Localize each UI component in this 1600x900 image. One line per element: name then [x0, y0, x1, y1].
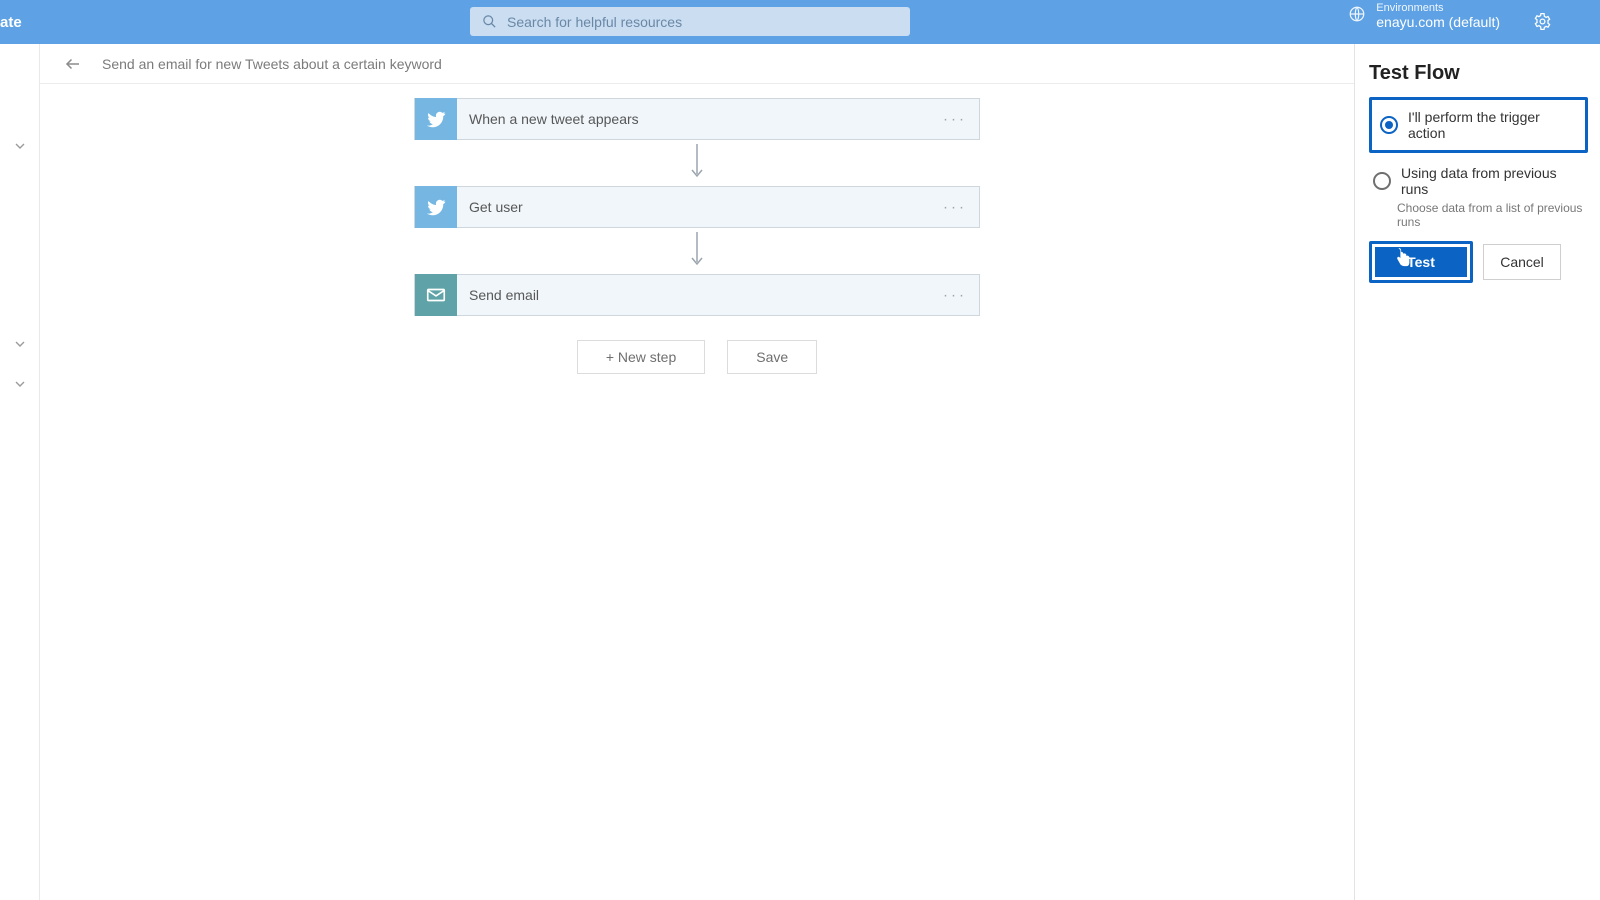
top-bar: ate Environments enayu.com (default) — [0, 0, 1600, 44]
app-title-fragment: ate — [0, 0, 22, 44]
mail-icon — [415, 274, 457, 316]
test-flow-panel: Test Flow I'll perform the trigger actio… — [1354, 44, 1600, 900]
back-button[interactable] — [64, 55, 82, 73]
radio-icon — [1373, 172, 1391, 190]
flow-step-get-user[interactable]: Get user ··· — [414, 186, 980, 228]
highlight-box: Test — [1369, 241, 1473, 283]
twitter-icon — [415, 186, 457, 228]
radio-perform-trigger[interactable]: I'll perform the trigger action — [1376, 103, 1581, 147]
step-more-button[interactable]: ··· — [943, 199, 967, 216]
panel-title: Test Flow — [1369, 62, 1588, 85]
new-step-button[interactable]: + New step — [577, 340, 705, 374]
radio-label: Using data from previous runs — [1401, 165, 1584, 197]
search-icon — [482, 14, 497, 29]
chevron-down-icon[interactable] — [12, 376, 28, 392]
radio-icon — [1380, 116, 1398, 134]
test-button-label: Test — [1407, 254, 1435, 270]
flow-step-trigger[interactable]: When a new tweet appears ··· — [414, 98, 980, 140]
twitter-icon — [415, 98, 457, 140]
radio-previous-runs[interactable]: Using data from previous runs — [1369, 159, 1588, 203]
flow-arrow-icon — [690, 228, 704, 274]
step-more-button[interactable]: ··· — [943, 111, 967, 128]
environment-picker[interactable]: Environments enayu.com (default) — [1348, 2, 1500, 30]
step-title: When a new tweet appears — [469, 111, 639, 127]
left-nav-rail — [0, 44, 40, 900]
settings-button[interactable] — [1533, 12, 1552, 36]
chevron-down-icon[interactable] — [12, 336, 28, 352]
radio-label: I'll perform the trigger action — [1408, 109, 1577, 141]
canvas-actions: + New step Save — [577, 340, 817, 374]
flow-step-send-email[interactable]: Send email ··· — [414, 274, 980, 316]
environment-label: Environments — [1376, 2, 1500, 14]
chevron-down-icon[interactable] — [12, 138, 28, 154]
step-title: Send email — [469, 287, 539, 303]
step-more-button[interactable]: ··· — [943, 287, 967, 304]
cancel-button[interactable]: Cancel — [1483, 244, 1561, 280]
flow-canvas: When a new tweet appears ··· Get user ··… — [40, 84, 1354, 900]
highlight-box: I'll perform the trigger action — [1369, 97, 1588, 153]
environment-icon — [1348, 5, 1366, 28]
environment-text: Environments enayu.com (default) — [1376, 2, 1500, 30]
global-search[interactable] — [470, 7, 910, 36]
flow-arrow-icon — [690, 140, 704, 186]
search-input[interactable] — [507, 14, 898, 30]
radio-hint: Choose data from a list of previous runs — [1397, 201, 1588, 229]
flow-title: Send an email for new Tweets about a cer… — [102, 56, 442, 72]
environment-name: enayu.com (default) — [1376, 14, 1500, 30]
step-title: Get user — [469, 199, 523, 215]
test-button[interactable]: Test — [1375, 247, 1467, 277]
save-button[interactable]: Save — [727, 340, 817, 374]
panel-buttons: Test Cancel — [1369, 241, 1588, 283]
